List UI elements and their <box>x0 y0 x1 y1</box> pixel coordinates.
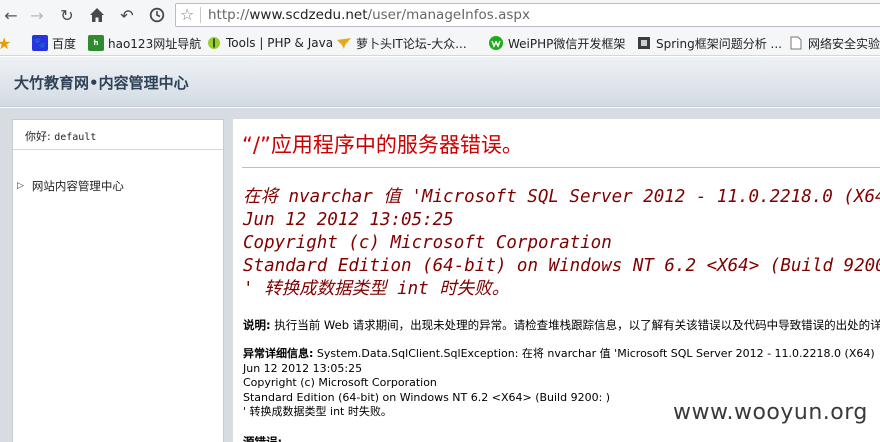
bookmark-label: Spring框架问题分析 ... <box>656 36 782 51</box>
bookmark-weiphp[interactable]: WeiPHP微信开发框架 <box>488 34 625 52</box>
bookmarks-bar: ★ 🐾 百度 h hao123网址导航 Tools | PHP & Java 萝… <box>0 30 880 56</box>
error-title: “/”应用程序中的服务器错误。 <box>242 133 523 157</box>
baidu-paw-icon: 🐾 <box>32 35 48 51</box>
bookmark-netsec[interactable]: 网络安全实验 <box>788 34 880 52</box>
address-divider <box>200 7 201 23</box>
luobotou-icon <box>336 35 352 51</box>
url-scheme: http:// <box>208 7 250 23</box>
arrow-right-icon: → <box>30 5 44 25</box>
error-heading: 在将 nvarchar 值 'Microsoft SQL Server 2012… <box>243 187 880 299</box>
bookmark-label: 萝卜头IT论坛-大众... <box>356 36 467 51</box>
site-title: 大竹教育网•内容管理中心 <box>14 74 189 92</box>
bookmarks-star-icon[interactable]: ★ <box>0 34 11 53</box>
description-label: 说明: <box>243 318 271 332</box>
spring-icon <box>636 35 652 51</box>
reload-button[interactable]: ↻ <box>56 4 78 26</box>
bookmark-label: 百度 <box>52 36 77 51</box>
bookmark-tools[interactable]: Tools | PHP & Java <box>206 34 333 52</box>
document-icon <box>788 35 804 51</box>
reload-icon: ↻ <box>60 5 74 25</box>
restore-tab-button[interactable]: ↶ <box>116 4 138 26</box>
expand-arrow-icon[interactable]: ▷ <box>17 181 24 191</box>
bookmark-label: 网络安全实验 <box>808 36 880 51</box>
forward-button[interactable]: → <box>26 4 48 26</box>
hao123-icon: h <box>88 35 104 51</box>
error-divider <box>242 167 880 168</box>
main-content: “/”应用程序中的服务器错误。 在将 nvarchar 值 'Microsoft… <box>233 119 880 442</box>
bookmark-star-icon[interactable]: ☆ <box>180 5 194 24</box>
tree-item-label: 网站内容管理中心 <box>31 179 124 193</box>
bookmark-spring[interactable]: Spring框架问题分析 ... <box>636 34 782 52</box>
undo-icon: ↶ <box>120 5 134 25</box>
sidebar-divider <box>13 149 223 150</box>
exception-label: 异常详细信息: <box>243 347 314 360</box>
browser-toolbar: ← → ↻ ↶ ☆ http://www.scdzedu.net/user/ma… <box>0 0 880 30</box>
watermark: www.wooyun.org <box>673 400 868 425</box>
url-host: www.scdzedu.net <box>249 7 368 23</box>
bookmark-baidu[interactable]: 🐾 百度 <box>32 34 76 52</box>
bookmark-label: hao123网址导航 <box>108 36 202 51</box>
bookmark-hao123[interactable]: h hao123网址导航 <box>88 34 201 52</box>
home-button[interactable] <box>86 4 108 26</box>
home-icon <box>90 8 104 22</box>
back-button[interactable]: ← <box>0 4 22 26</box>
address-bar[interactable]: ☆ http://www.scdzedu.net/user/manageInfo… <box>175 3 880 27</box>
tools-icon <box>206 35 222 51</box>
source-error-label: 源错误: <box>243 435 283 442</box>
bookmark-label: WeiPHP微信开发框架 <box>508 36 626 51</box>
url-path: /user/manageInfos.aspx <box>367 7 530 23</box>
tree-item-content-management[interactable]: ▷ 网站内容管理中心 <box>17 178 124 194</box>
user-greeting: 你好: default <box>25 128 96 144</box>
weiphp-icon <box>488 35 504 51</box>
sidebar: 你好: default ▷ 网站内容管理中心 <box>12 119 224 442</box>
url-text[interactable]: http://www.scdzedu.net/user/manageInfos.… <box>208 7 530 23</box>
error-description: 说明: 执行当前 Web 请求期间，出现未处理的异常。请检查堆栈跟踪信息，以了解… <box>243 317 880 333</box>
bookmark-luobotou[interactable]: 萝卜头IT论坛-大众... <box>336 34 467 52</box>
bookmark-label: Tools | PHP & Java <box>226 36 334 50</box>
username: default <box>54 132 97 143</box>
clock-icon <box>149 7 165 23</box>
arrow-left-icon: ← <box>4 5 18 25</box>
site-header: 大竹教育网•内容管理中心 <box>0 57 880 107</box>
greeting-prefix: 你好: <box>25 130 51 143</box>
history-button[interactable] <box>146 4 168 26</box>
description-text: 执行当前 Web 请求期间，出现未处理的异常。请检查堆栈跟踪信息，以了解有关该错… <box>274 318 880 332</box>
